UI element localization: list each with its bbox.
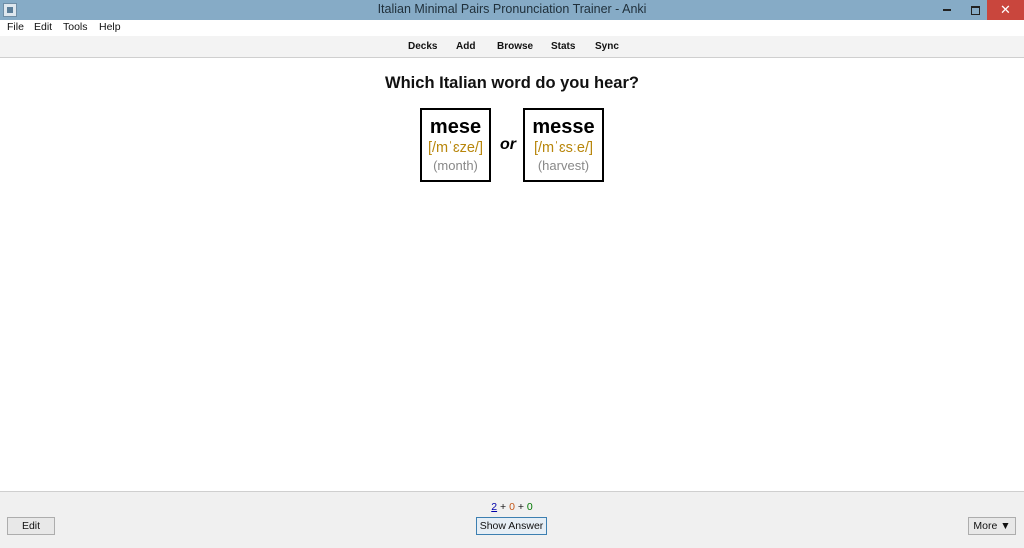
word-text: mese bbox=[429, 116, 482, 138]
menu-help[interactable]: Help bbox=[99, 21, 121, 33]
count-separator: + bbox=[500, 501, 507, 513]
minimize-icon bbox=[943, 9, 951, 12]
title-bar: Italian Minimal Pairs Pronunciation Trai… bbox=[0, 0, 1024, 20]
menu-tools[interactable]: Tools bbox=[63, 21, 88, 33]
toolbar-decks-link[interactable]: Decks bbox=[408, 41, 437, 52]
word-option-2: messe [/mˈɛsːe/] (harvest) bbox=[523, 108, 604, 182]
bottom-bar: 2 + 0 + 0 Edit Show Answer More ▼ bbox=[0, 491, 1024, 548]
new-count[interactable]: 2 bbox=[491, 501, 497, 513]
word-option-1: mese [/mˈɛze/] (month) bbox=[420, 108, 491, 182]
word-text: messe bbox=[532, 116, 595, 138]
restore-icon bbox=[970, 5, 980, 15]
word-gloss: (month) bbox=[433, 158, 478, 173]
main-toolbar: Decks Add Browse Stats Sync bbox=[0, 36, 1024, 58]
more-button[interactable]: More ▼ bbox=[968, 517, 1016, 535]
restore-button[interactable] bbox=[962, 0, 988, 20]
word-gloss: (harvest) bbox=[537, 158, 590, 173]
or-connector: or bbox=[500, 136, 516, 153]
card-review-area: Which Italian word do you hear? mese [/m… bbox=[0, 58, 1024, 491]
toolbar-stats-link[interactable]: Stats bbox=[551, 41, 575, 52]
card-question: Which Italian word do you hear? bbox=[385, 74, 639, 92]
close-button[interactable]: ✕ bbox=[987, 0, 1024, 20]
minimize-button[interactable] bbox=[934, 0, 960, 20]
word-ipa: [/mˈɛsːe/] bbox=[533, 140, 593, 156]
toolbar-browse-link[interactable]: Browse bbox=[497, 41, 533, 52]
toolbar-sync-link[interactable]: Sync bbox=[595, 41, 619, 52]
menu-bar: File Edit Tools Help bbox=[0, 20, 1024, 36]
menu-file[interactable]: File bbox=[7, 21, 24, 33]
menu-edit[interactable]: Edit bbox=[34, 21, 52, 33]
count-separator: + bbox=[517, 501, 524, 513]
close-icon: ✕ bbox=[1000, 2, 1011, 17]
window-title: Italian Minimal Pairs Pronunciation Trai… bbox=[377, 2, 647, 16]
show-answer-button[interactable]: Show Answer bbox=[476, 517, 547, 535]
due-counts: 2 + 0 + 0 bbox=[0, 501, 1024, 513]
toolbar-add-link[interactable]: Add bbox=[456, 41, 475, 52]
word-ipa: [/mˈɛze/] bbox=[428, 140, 483, 156]
review-count: 0 bbox=[526, 501, 533, 513]
edit-button[interactable]: Edit bbox=[7, 517, 55, 535]
learning-count: 0 bbox=[509, 501, 515, 513]
